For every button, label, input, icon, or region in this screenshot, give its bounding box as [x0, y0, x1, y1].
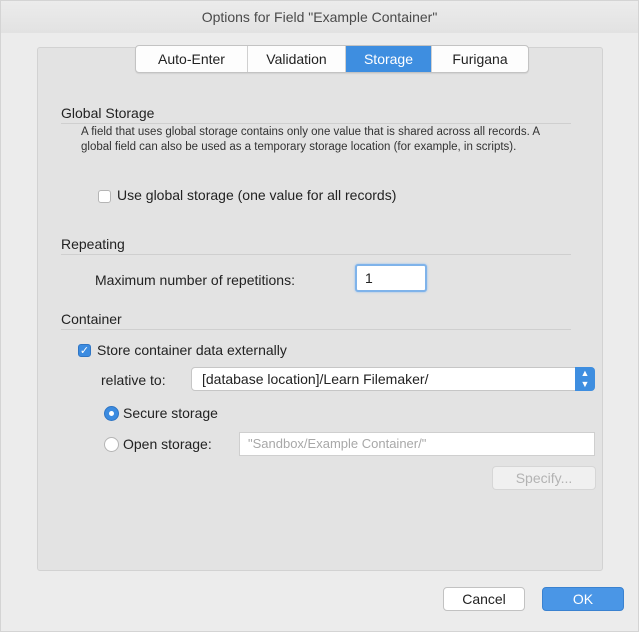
max-repetitions-label: Maximum number of repetitions: [95, 272, 295, 288]
store-external-label[interactable]: Store container data externally [97, 342, 287, 358]
open-storage-path-input[interactable]: "Sandbox/Example Container/" [239, 432, 595, 456]
secure-storage-label[interactable]: Secure storage [123, 405, 218, 421]
open-storage-label[interactable]: Open storage: [123, 436, 212, 452]
tab-furigana[interactable]: Furigana [432, 46, 528, 72]
tab-bar: Auto-Enter Validation Storage Furigana [135, 45, 529, 73]
window-title: Options for Field "Example Container" [1, 1, 638, 33]
repeating-heading: Repeating [61, 236, 125, 252]
container-divider [61, 329, 571, 330]
ok-button[interactable]: OK [542, 587, 624, 611]
open-storage-radio[interactable] [104, 437, 119, 452]
options-dialog: Options for Field "Example Container" Au… [0, 0, 639, 632]
global-storage-divider [61, 123, 571, 124]
max-repetitions-input[interactable]: 1 [355, 264, 427, 292]
container-heading: Container [61, 311, 122, 327]
tab-auto-enter[interactable]: Auto-Enter [136, 46, 248, 72]
global-storage-heading: Global Storage [61, 105, 155, 121]
tab-storage[interactable]: Storage [346, 46, 432, 72]
relative-to-select[interactable]: [database location]/Learn Filemaker/ ▲ ▼ [191, 367, 595, 391]
global-storage-description: A field that uses global storage contain… [81, 126, 540, 153]
updown-arrows-icon: ▲ ▼ [575, 367, 595, 391]
global-storage-checkbox[interactable] [98, 190, 111, 203]
cancel-button[interactable]: Cancel [443, 587, 525, 611]
relative-to-label: relative to: [101, 372, 166, 388]
relative-to-value: [database location]/Learn Filemaker/ [202, 371, 429, 387]
repeating-divider [61, 254, 571, 255]
tab-validation[interactable]: Validation [248, 46, 346, 72]
specify-button[interactable]: Specify... [492, 466, 596, 490]
global-storage-checkbox-label[interactable]: Use global storage (one value for all re… [117, 187, 396, 203]
secure-storage-radio[interactable] [104, 406, 119, 421]
store-external-checkbox[interactable]: ✓ [78, 344, 91, 357]
